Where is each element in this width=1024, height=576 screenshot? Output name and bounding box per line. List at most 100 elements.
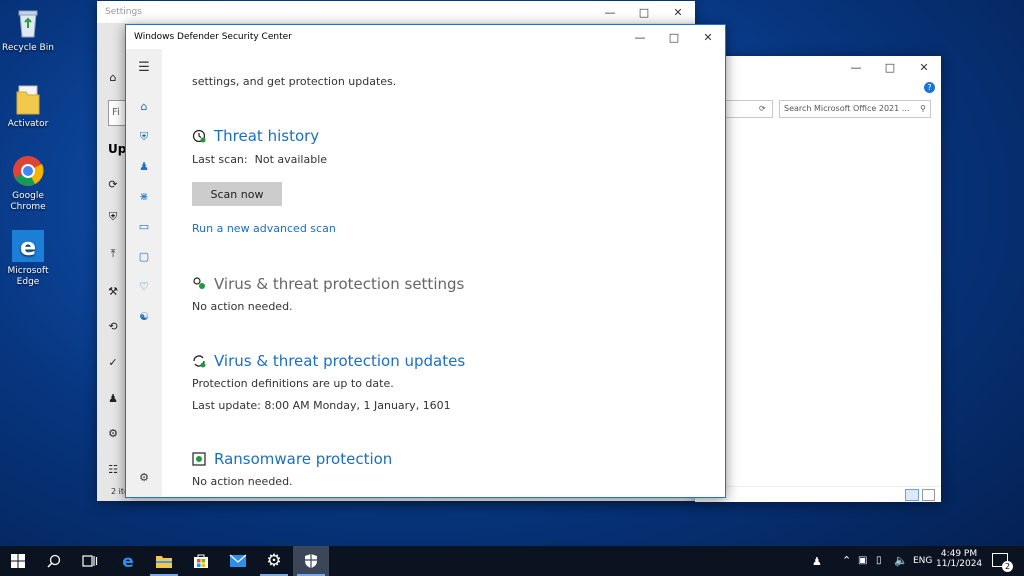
scan-now-button[interactable]: Scan now (192, 182, 282, 206)
clock[interactable]: 4:49 PM 11/1/2024 (936, 549, 982, 569)
desktop-icon-microsoft-edge[interactable]: e Microsoft Edge (2, 229, 54, 288)
network-antenna-icon[interactable]: ⋇ (137, 190, 151, 204)
last-scan-text: Last scan: Not available (192, 153, 327, 166)
maximize-icon[interactable]: □ (873, 56, 907, 78)
family-icon[interactable]: ☯ (137, 310, 151, 324)
app-browser-control-icon[interactable]: ▭ (137, 220, 151, 234)
ransomware-heading[interactable]: Ransomware protection (214, 450, 392, 468)
defender-window[interactable]: Windows Defender Security Center — □ ✕ ☰… (125, 24, 726, 498)
check-circle-icon[interactable]: ✓ (106, 356, 120, 370)
history-icon[interactable]: ⟲ (106, 320, 120, 334)
desktop-icon-activator[interactable]: Activator (2, 82, 54, 130)
last-scan-value: Not available (254, 153, 328, 166)
explorer-titlebar[interactable]: — □ ✕ (695, 56, 941, 78)
battery-icon[interactable]: ▯ (876, 555, 882, 566)
desktop-icon-label: Activator (7, 119, 49, 129)
desktop-icon-recycle-bin[interactable]: Recycle Bin (2, 6, 54, 54)
edge-icon: e (11, 229, 45, 263)
chevron-up-icon[interactable]: ⌃ (842, 554, 851, 567)
taskbar-defender[interactable] (293, 546, 329, 576)
network-icon[interactable]: ▣ (858, 555, 867, 566)
defender-titlebar[interactable]: Windows Defender Security Center — □ ✕ (126, 25, 725, 49)
settings-gear-icon[interactable]: ⚙ (137, 471, 151, 485)
taskbar: e ⚙ ♟ ⌃ ▣ ▯ 🔈 ENG 4:49 PM 11/1/2024 2 (0, 546, 1024, 576)
gears-settings-icon (193, 277, 205, 289)
search-icon (47, 554, 61, 568)
taskbar-store[interactable] (183, 546, 219, 576)
explorer-search-input[interactable]: Search Microsoft Office 2021 ... ⚲ (779, 100, 931, 118)
mail-icon (229, 554, 247, 567)
edge-icon: e (122, 552, 134, 570)
settings-title: Settings (105, 7, 142, 17)
advanced-scan-link[interactable]: Run a new advanced scan (192, 222, 336, 235)
maximize-icon[interactable]: □ (627, 1, 661, 23)
settings-sidebar: ⌂ ⟳ ⛨ ⤒ ⚒ ⟲ ✓ ♟ ⚙ ☷ (97, 23, 127, 501)
health-heart-icon[interactable]: ♡ (137, 280, 151, 294)
hamburger-menu-icon[interactable]: ☰ (137, 61, 151, 75)
folder-icon (156, 556, 172, 568)
taskbar-mail[interactable] (220, 546, 256, 576)
large-icons-view-icon[interactable] (922, 489, 935, 501)
device-laptop-icon[interactable]: ▢ (137, 250, 151, 264)
defender-sidebar: ☰ ⌂ ⛨ ♟ ⋇ ▭ ▢ ♡ ☯ ⚙ (126, 49, 162, 497)
insider-icon[interactable]: ☷ (106, 463, 120, 477)
search-button[interactable] (36, 546, 72, 576)
close-icon[interactable]: ✕ (661, 1, 695, 23)
wrench-icon[interactable]: ⚒ (106, 285, 120, 299)
search-placeholder: Search Microsoft Office 2021 ... (784, 104, 910, 113)
account-person-icon[interactable]: ♟ (137, 160, 151, 174)
minimize-icon[interactable]: — (593, 1, 627, 23)
close-icon[interactable]: ✕ (691, 25, 725, 49)
settings-titlebar[interactable]: Settings — □ ✕ (97, 1, 695, 23)
search-icon: ⚲ (920, 104, 926, 113)
shield-icon (305, 554, 317, 568)
desktop-icon-label: Recycle Bin (2, 43, 54, 53)
upload-icon[interactable]: ⤒ (106, 247, 120, 261)
details-view-icon[interactable] (905, 489, 919, 501)
task-view-button[interactable] (72, 546, 108, 576)
task-view-icon (82, 555, 98, 567)
folder-icon (11, 82, 45, 116)
svg-text:e: e (122, 552, 134, 570)
minimize-icon[interactable]: — (839, 56, 873, 78)
tools-icon[interactable]: ⚙ (106, 427, 120, 441)
refresh-icon[interactable]: ⟳ (759, 104, 766, 113)
taskbar-edge[interactable]: e (110, 546, 146, 576)
shield-icon[interactable]: ⛨ (106, 210, 120, 224)
desktop-icon-label: Microsoft Edge (7, 266, 49, 287)
home-icon[interactable]: ⌂ (106, 71, 120, 85)
person-icon[interactable]: ♟ (106, 392, 120, 406)
people-icon[interactable]: ♟ (812, 555, 822, 568)
notification-badge: 2 (1002, 561, 1013, 572)
vt-settings-heading[interactable]: Virus & threat protection settings (214, 275, 464, 293)
clock-date: 11/1/2024 (936, 559, 983, 569)
home-icon[interactable]: ⌂ (137, 100, 151, 114)
volume-icon[interactable]: 🔈 (894, 554, 908, 567)
taskbar-settings[interactable]: ⚙ (256, 546, 292, 576)
taskbar-file-explorer[interactable] (146, 546, 182, 576)
svg-text:e: e (20, 233, 36, 261)
vt-settings-status: No action needed. (192, 300, 293, 313)
chrome-icon (11, 154, 45, 188)
defender-title: Windows Defender Security Center (134, 32, 292, 42)
start-button[interactable] (0, 546, 36, 576)
desktop-icon-google-chrome[interactable]: Google Chrome (2, 154, 54, 213)
vt-last-update: Last update: 8:00 AM Monday, 1 January, … (192, 399, 451, 412)
action-center-icon[interactable]: 2 (992, 553, 1013, 572)
explorer-window[interactable]: — □ ✕ ? ⟳ Search Microsoft Office 2021 .… (695, 56, 941, 502)
vt-updates-status: Protection definitions are up to date. (192, 377, 394, 390)
vt-updates-heading[interactable]: Virus & threat protection updates (214, 352, 465, 370)
maximize-icon[interactable]: □ (657, 25, 691, 49)
explorer-status-bar (695, 486, 941, 502)
close-icon[interactable]: ✕ (907, 56, 941, 78)
desktop-icon-label: Google Chrome (10, 191, 46, 212)
clock-time: 4:49 PM (940, 549, 978, 559)
clock-history-icon (192, 129, 206, 143)
shield-icon[interactable]: ⛨ (137, 130, 151, 144)
minimize-icon[interactable]: — (623, 25, 657, 49)
help-icon[interactable]: ? (924, 82, 935, 93)
threat-history-heading[interactable]: Threat history (214, 127, 319, 145)
language-indicator[interactable]: ENG (913, 556, 932, 566)
ransomware-status: No action needed. (192, 475, 293, 488)
sync-icon[interactable]: ⟳ (106, 178, 120, 192)
